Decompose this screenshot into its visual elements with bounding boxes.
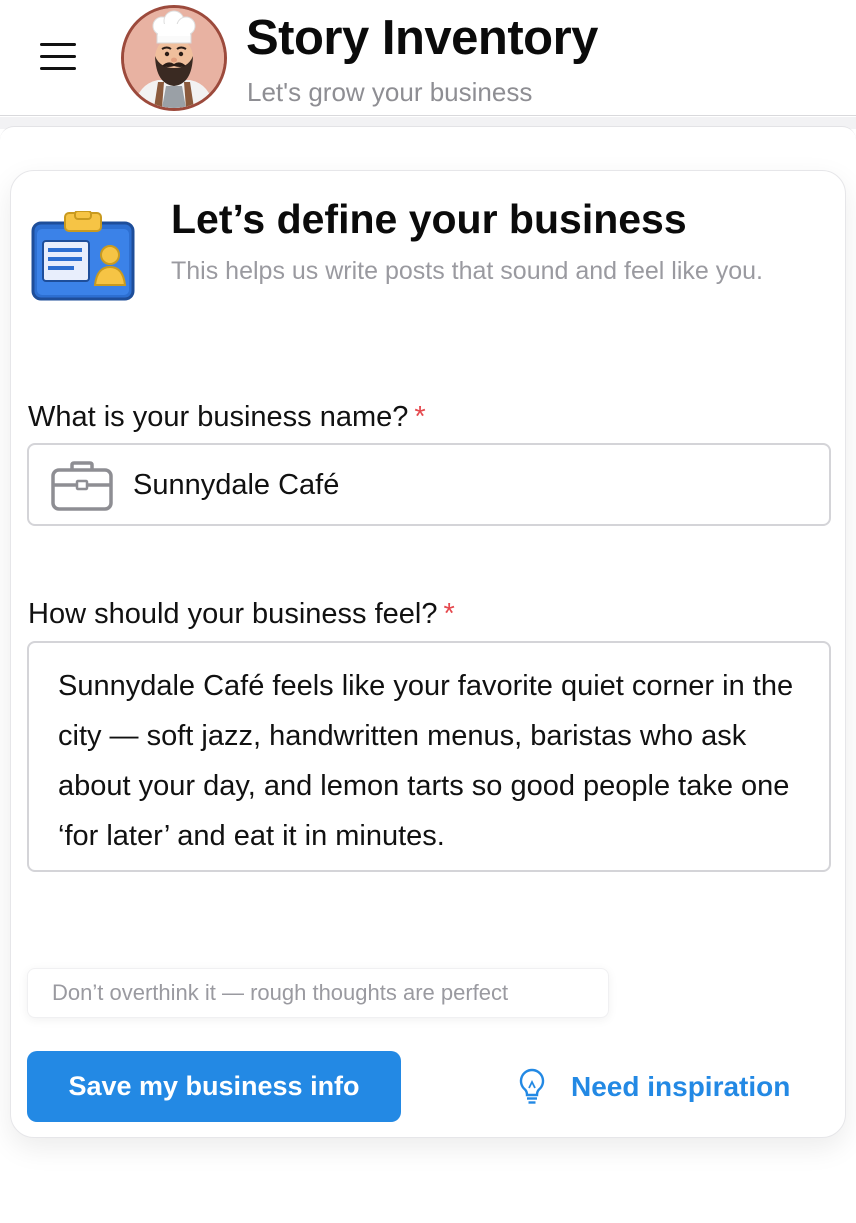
avatar bbox=[121, 5, 227, 111]
briefcase-icon bbox=[51, 461, 113, 511]
need-inspiration-label[interactable]: Need inspiration bbox=[571, 1071, 790, 1103]
need-inspiration-link[interactable]: Need inspiration bbox=[517, 1066, 790, 1108]
required-marker: * bbox=[443, 598, 455, 630]
save-business-info-button[interactable]: Save my business info bbox=[27, 1051, 401, 1122]
business-feel-textarea[interactable]: Sunnydale Café feels like your favorite … bbox=[58, 661, 809, 861]
business-definition-card: Let’s define your business This helps us… bbox=[10, 170, 846, 1138]
chef-avatar-icon bbox=[124, 8, 224, 108]
business-feel-field[interactable]: Sunnydale Café feels like your favorite … bbox=[27, 641, 831, 872]
app-subtitle: Let's grow your business bbox=[247, 77, 533, 107]
business-name-input[interactable] bbox=[133, 459, 813, 511]
business-name-label-text: What is your business name? bbox=[28, 401, 409, 433]
business-feel-label: How should your business feel? * bbox=[28, 596, 455, 632]
card-title: Let’s define your business bbox=[171, 196, 687, 242]
business-feel-label-text: How should your business feel? bbox=[28, 598, 438, 630]
required-marker: * bbox=[414, 401, 426, 433]
menu-icon[interactable] bbox=[40, 43, 76, 71]
lightbulb-icon bbox=[519, 1068, 545, 1104]
app-title: Story Inventory bbox=[246, 11, 598, 65]
business-name-field[interactable] bbox=[27, 443, 831, 526]
card-subtitle: This helps us write posts that sound and… bbox=[171, 257, 763, 285]
id-badge-icon bbox=[31, 211, 135, 301]
app-header: Story Inventory Let's grow your business bbox=[0, 0, 856, 116]
hint-text: Don’t overthink it — rough thoughts are … bbox=[27, 968, 609, 1018]
business-name-label: What is your business name? * bbox=[28, 399, 426, 435]
